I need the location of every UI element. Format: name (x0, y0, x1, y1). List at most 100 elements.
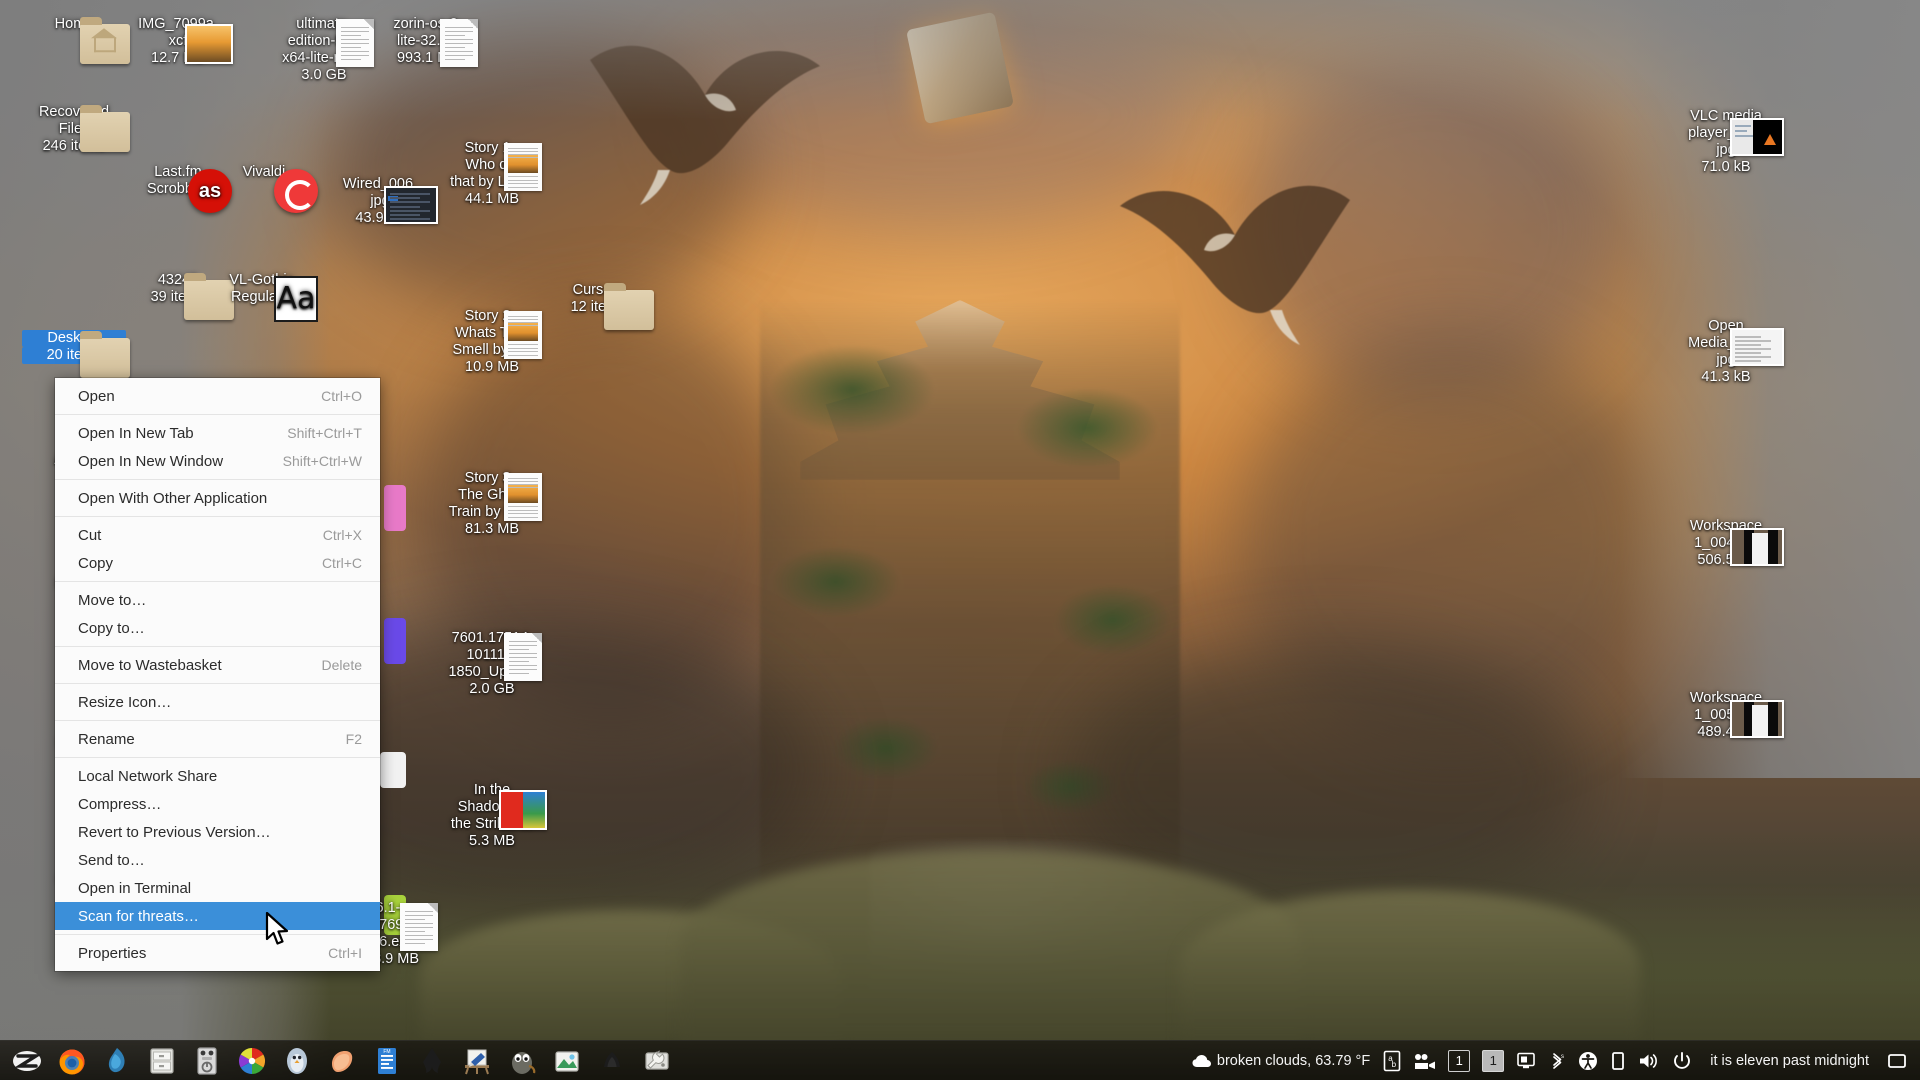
menu-item-local-network-share[interactable]: Local Network Share (55, 762, 380, 790)
menu-separator (55, 720, 380, 721)
taskbar-launcher-file-manager[interactable] (141, 1042, 183, 1080)
display-settings-button[interactable] (1511, 1043, 1541, 1079)
desktop-icon-size: 81.3 MB (440, 521, 544, 538)
accessibility-button[interactable] (1573, 1043, 1603, 1079)
desktop-icon-home[interactable]: Home (22, 16, 126, 33)
menu-item-copy-to[interactable]: Copy to… (55, 614, 380, 642)
taskbar-launcher-shotwell[interactable] (96, 1042, 138, 1080)
workspace-screenshot-icon (1730, 528, 1784, 566)
menu-item-label: Send to… (78, 852, 145, 869)
menu-item-label: Open With Other Application (78, 490, 267, 507)
volume-button[interactable] (1633, 1043, 1665, 1079)
menu-item-open-in-terminal[interactable]: Open in Terminal (55, 874, 380, 902)
desktop-icon-desktop-folder[interactable]: Desktop20 items (22, 330, 126, 364)
menu-item-label: Open in Terminal (78, 880, 191, 897)
taskbar-launcher-zorin-menu[interactable] (6, 1042, 48, 1080)
desktop-icon-story-2[interactable]: Story 2 -Whats ThatSmell by J...10.9 MB (440, 308, 544, 376)
menu-item-resize-icon[interactable]: Resize Icon… (55, 688, 380, 716)
power-button[interactable] (1667, 1043, 1697, 1079)
menu-item-open-in-new-tab[interactable]: Open In New TabShift+Ctrl+T (55, 419, 380, 447)
gimp-icon (507, 1046, 537, 1076)
weather-indicator[interactable]: broken clouds, 63.79 °F (1187, 1043, 1375, 1079)
file-context-menu[interactable]: OpenCtrl+OOpen In New TabShift+Ctrl+TOpe… (55, 378, 380, 971)
menu-separator (55, 516, 380, 517)
menu-item-rename[interactable]: RenameF2 (55, 725, 380, 753)
folder-icon (80, 24, 130, 64)
taskbar-launcher-audacious[interactable] (591, 1042, 633, 1080)
taskbar-launcher-firefox[interactable] (51, 1042, 93, 1080)
taskbar-launcher-audio-effects[interactable] (186, 1042, 228, 1080)
desktop-icon-open-media-002[interactable]: OpenMedia_002.jpg41.3 kB (1674, 318, 1778, 386)
document-icon (400, 903, 438, 951)
font-file-icon: Aa (274, 276, 318, 322)
menu-item-copy[interactable]: CopyCtrl+C (55, 549, 380, 577)
taskbar-launcher-gimp[interactable] (501, 1042, 543, 1080)
disk-utility-icon (642, 1046, 672, 1076)
workspace-screenshot-icon (1730, 700, 1784, 738)
desktop-icon-workspace-1-005[interactable]: Workspace1_005.jpg489.4 kB (1674, 690, 1778, 741)
menu-item-shortcut: Ctrl+O (295, 388, 362, 404)
menu-item-send-to[interactable]: Send to… (55, 846, 380, 874)
desktop-icon-cursors-folder[interactable]: Cursors12 items (546, 282, 650, 316)
taskbar-launcher-disk-utility[interactable] (636, 1042, 678, 1080)
battery-button[interactable] (1605, 1043, 1631, 1079)
svg-text:FM: FM (383, 1049, 390, 1055)
screen-recorder-button[interactable] (1409, 1043, 1441, 1079)
taskbar-launcher-clementine[interactable] (321, 1042, 363, 1080)
workspace-indicator-1[interactable]: 1 (1448, 1050, 1470, 1072)
menu-item-label: Copy to… (78, 620, 145, 637)
desktop-icon-vivaldi[interactable]: Vivaldi (212, 164, 316, 181)
desktop-icon-zorin-os-iso[interactable]: zorin-os-9-lite-32.iso993.1 MB (376, 16, 480, 67)
taskbar-launchers[interactable]: FM (0, 1042, 678, 1080)
show-desktop-button[interactable] (1882, 1043, 1912, 1079)
desktop-icon-recovered-files[interactable]: RecoveredFiles246 items (22, 104, 126, 155)
desktop-icon-ultimate-edition-iso[interactable]: ultimate-edition-5.0-x64-lite-ma...3.0 G… (272, 16, 376, 84)
menu-item-label: Open In New Tab (78, 425, 194, 442)
svg-text:b: b (1392, 1060, 1397, 1069)
menu-item-move-to[interactable]: Move to… (55, 586, 380, 614)
inkscape-icon (417, 1046, 447, 1076)
taskbar-launcher-shotwell-photo[interactable] (231, 1042, 273, 1080)
taskbar-launcher-penguin-app[interactable] (276, 1042, 318, 1080)
taskbar-system-tray[interactable]: broken clouds, 63.79 °F a b 1 1 (1187, 1043, 1920, 1079)
menu-item-revert-to-previous-version[interactable]: Revert to Previous Version… (55, 818, 380, 846)
taskbar-launcher-krita[interactable] (456, 1042, 498, 1080)
menu-item-cut[interactable]: CutCtrl+X (55, 521, 380, 549)
menu-item-properties[interactable]: PropertiesCtrl+I (55, 939, 380, 967)
menu-separator (55, 757, 380, 758)
menu-item-open[interactable]: OpenCtrl+O (55, 382, 380, 410)
desktop-icon-vl-gothic-font[interactable]: AaVL-Gothic-Regular.ttf (212, 272, 316, 306)
desktop-icon-story-3[interactable]: Story 3 -The GhostTrain by Da...81.3 MB (440, 470, 544, 538)
taskbar-launcher-inkscape[interactable] (411, 1042, 453, 1080)
desktop-icon-in-the-shadow[interactable]: In theShadow ofthe Striker ...5.3 MB (440, 782, 544, 850)
hidden-icon-sliver (384, 485, 406, 531)
menu-item-label: Cut (78, 527, 101, 544)
menu-item-scan-for-threats[interactable]: Scan for threats… (55, 902, 380, 930)
keyboard-layout-indicator[interactable]: a b (1377, 1043, 1407, 1079)
workspace-switcher-right[interactable]: 1 (1477, 1043, 1509, 1079)
firefox-icon (57, 1046, 87, 1076)
taskbar[interactable]: FM broken clouds, 63.79 °F a b 1 (0, 1040, 1920, 1080)
taskbar-launcher-image-viewer[interactable] (546, 1042, 588, 1080)
workspace-switcher-left[interactable]: 1 (1443, 1043, 1475, 1079)
desktop-icon-wired-006[interactable]: Wired_006.jpg43.9 kB (328, 176, 432, 227)
shotwell-icon (102, 1046, 132, 1076)
menu-item-open-with-other-application[interactable]: Open With Other Application (55, 484, 380, 512)
clock-button[interactable]: it is eleven past midnight (1699, 1043, 1880, 1079)
menu-item-open-in-new-window[interactable]: Open In New WindowShift+Ctrl+W (55, 447, 380, 475)
bluetooth-button[interactable]: s (1543, 1043, 1571, 1079)
menu-item-move-to-wastebasket[interactable]: Move to WastebasketDelete (55, 651, 380, 679)
image-viewer-icon (552, 1046, 582, 1076)
taskbar-launcher-text-editor[interactable]: FM (366, 1042, 408, 1080)
workspace-indicator-2[interactable]: 1 (1482, 1050, 1504, 1072)
menu-item-label: Copy (78, 555, 113, 572)
desktop-icon-img-7099a[interactable]: IMG_7099a.xcf12.7 MB (126, 16, 230, 67)
desktop-icon-windows-update[interactable]: 7601.17514.101119-1850_Upda...2.0 GB (440, 630, 544, 698)
menu-separator (55, 646, 380, 647)
desktop-icon-story-1[interactable]: Story 1 -Who didthat by Leo...44.1 MB (440, 140, 544, 208)
desktop-icon-vlc-media-player-001[interactable]: VLC mediaplayer_001.jpg71.0 kB (1674, 108, 1778, 176)
hidden-icon-sliver (384, 618, 406, 664)
desktop-icon-workspace-1-004[interactable]: Workspace1_004.jpg506.5 kB (1674, 518, 1778, 569)
menu-item-compress[interactable]: Compress… (55, 790, 380, 818)
menu-item-label: Rename (78, 731, 135, 748)
